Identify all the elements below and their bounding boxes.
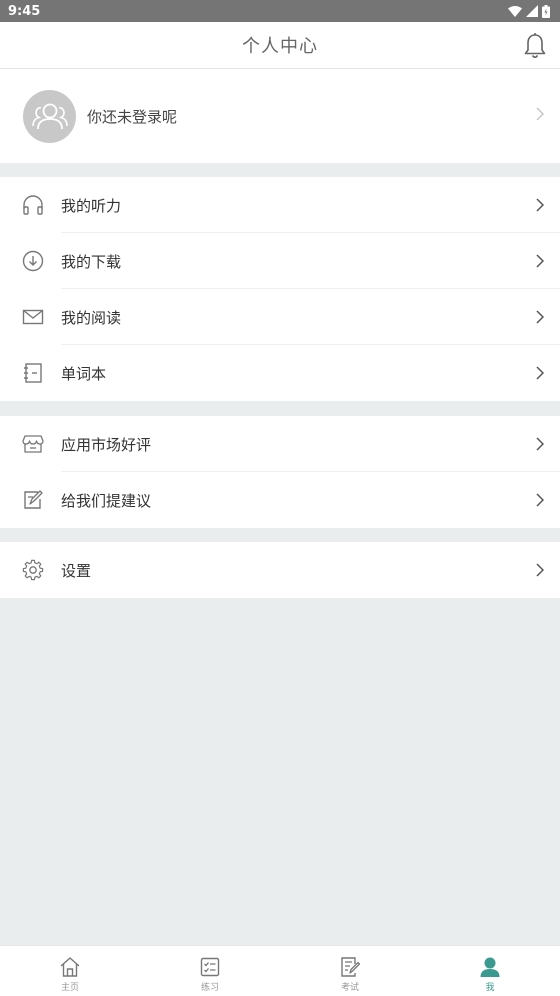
store-icon bbox=[22, 435, 44, 453]
exam-icon bbox=[341, 957, 361, 977]
menu-item-label: 应用市场好评 bbox=[61, 435, 152, 454]
checklist-icon bbox=[200, 957, 220, 977]
menu-group-settings: 设置 bbox=[0, 542, 560, 598]
person-icon bbox=[480, 957, 500, 977]
headphones-icon bbox=[23, 195, 43, 215]
gear-icon bbox=[22, 559, 44, 581]
menu-item-downloads[interactable]: 我的下载 bbox=[0, 233, 560, 289]
chevron-right-icon bbox=[536, 198, 544, 212]
tab-label: 考试 bbox=[340, 983, 359, 993]
menu-item-settings[interactable]: 设置 bbox=[0, 542, 560, 598]
bottom-tab-bar: 主页 练习 考试 我 bbox=[0, 945, 560, 996]
menu-group-library: 我的听力 我的下载 我的阅读 单词本 bbox=[0, 177, 560, 401]
status-time: 9:45 bbox=[8, 3, 41, 19]
tab-me[interactable]: 我 bbox=[420, 946, 560, 996]
menu-item-label: 单词本 bbox=[61, 364, 107, 383]
chevron-right-icon bbox=[536, 310, 544, 324]
tab-label: 我 bbox=[485, 983, 495, 993]
tab-home[interactable]: 主页 bbox=[0, 946, 140, 996]
tab-exam[interactable]: 考试 bbox=[280, 946, 420, 996]
chevron-right-icon bbox=[536, 107, 544, 121]
menu-item-reading[interactable]: 我的阅读 bbox=[0, 289, 560, 345]
edit-icon bbox=[24, 490, 43, 509]
tab-practice[interactable]: 练习 bbox=[140, 946, 280, 996]
battery-icon bbox=[542, 4, 550, 18]
page-header: 个人中心 bbox=[0, 22, 560, 69]
tab-label: 主页 bbox=[60, 983, 79, 993]
menu-item-suggestions[interactable]: 给我们提建议 bbox=[0, 472, 560, 528]
system-icons bbox=[508, 4, 550, 18]
users-icon bbox=[31, 103, 68, 130]
notebook-icon bbox=[24, 363, 42, 383]
wifi-icon bbox=[508, 5, 522, 17]
tab-label: 练习 bbox=[200, 983, 219, 993]
home-icon bbox=[60, 957, 80, 977]
mail-icon bbox=[22, 309, 44, 325]
login-prompt[interactable]: 你还未登录呢 bbox=[87, 106, 177, 127]
profile-card[interactable]: 你还未登录呢 bbox=[0, 69, 560, 163]
menu-item-label: 我的听力 bbox=[61, 196, 122, 215]
menu-item-label: 我的下载 bbox=[61, 252, 122, 271]
chevron-right-icon bbox=[536, 493, 544, 507]
menu-item-label: 我的阅读 bbox=[61, 308, 122, 327]
menu-item-label: 设置 bbox=[61, 561, 92, 580]
status-bar: 9:45 bbox=[0, 0, 560, 22]
download-icon bbox=[22, 250, 44, 272]
chevron-right-icon bbox=[536, 563, 544, 577]
page-title: 个人中心 bbox=[242, 36, 318, 57]
chevron-right-icon bbox=[536, 254, 544, 268]
menu-item-vocabulary[interactable]: 单词本 bbox=[0, 345, 560, 401]
menu-item-listening[interactable]: 我的听力 bbox=[0, 177, 560, 233]
signal-icon bbox=[526, 5, 538, 17]
menu-group-feedback: 应用市场好评 给我们提建议 bbox=[0, 416, 560, 528]
chevron-right-icon bbox=[536, 366, 544, 380]
bell-icon[interactable] bbox=[522, 32, 548, 60]
avatar[interactable] bbox=[23, 89, 76, 143]
menu-item-rate-app[interactable]: 应用市场好评 bbox=[0, 416, 560, 472]
chevron-right-icon bbox=[536, 437, 544, 451]
menu-item-label: 给我们提建议 bbox=[61, 491, 152, 510]
